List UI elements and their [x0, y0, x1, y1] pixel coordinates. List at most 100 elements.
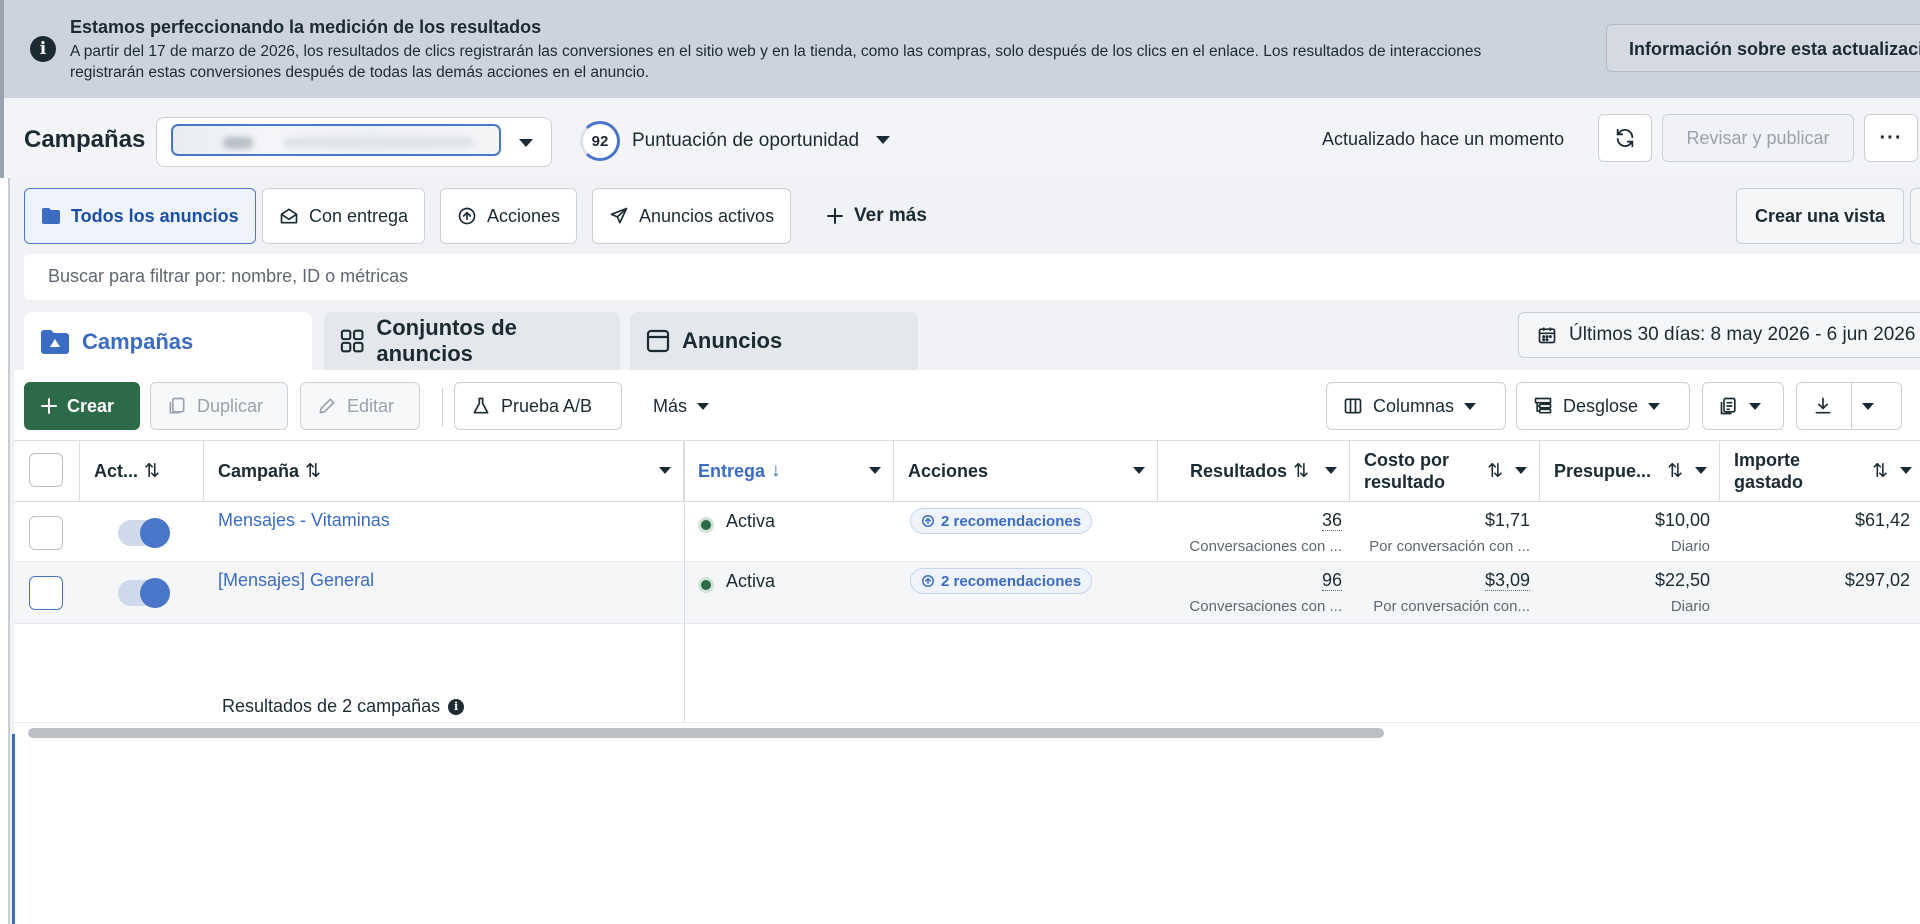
duplicate-label: Duplicar — [197, 395, 264, 416]
cost-per-result-type: Por conversación con ... — [1369, 538, 1530, 555]
budget-value[interactable]: $10,00 — [1540, 510, 1710, 531]
columns-icon — [1344, 398, 1362, 414]
chevron-down-icon[interactable] — [1900, 467, 1912, 474]
col-actions[interactable]: Acciones — [894, 441, 1158, 501]
chevron-down-icon — [1648, 402, 1661, 410]
chevron-down-icon — [519, 139, 533, 147]
columns-button[interactable]: Columnas — [1326, 382, 1506, 430]
chevron-down-icon[interactable] — [1133, 467, 1145, 474]
refresh-button[interactable] — [1598, 114, 1652, 162]
filter-active-ads[interactable]: Anuncios activos — [592, 188, 792, 244]
duplicate-button[interactable]: Duplicar — [150, 382, 288, 430]
recommendations-badge[interactable]: 2 recomendaciones — [910, 568, 1093, 594]
col-cost-line2: resultado — [1364, 472, 1446, 492]
create-view-button[interactable]: Crear una vista — [1736, 188, 1904, 244]
page-title: Campañas — [24, 126, 146, 153]
row-checkbox[interactable] — [29, 516, 63, 550]
campaign-toggle[interactable] — [118, 578, 170, 608]
ab-test-button[interactable]: Prueba A/B — [454, 382, 622, 430]
cost-per-result-value[interactable]: $3,09 — [1350, 570, 1530, 591]
col-results[interactable]: Resultados ⇅ — [1158, 441, 1350, 501]
col-spent-line2: gastado — [1734, 472, 1804, 492]
campaign-name-link[interactable]: Mensajes - Vitaminas — [218, 510, 390, 531]
chevron-down-icon[interactable] — [869, 467, 881, 474]
col-cost-per-result[interactable]: Costo por resultado ⇅ — [1350, 441, 1540, 501]
folder-icon — [42, 208, 60, 224]
edit-label: Editar — [347, 395, 395, 416]
pencil-icon — [319, 398, 335, 414]
tab-campaigns[interactable]: Campañas — [24, 312, 312, 372]
results-value[interactable]: 96 — [1158, 570, 1342, 591]
export-button[interactable] — [1796, 382, 1902, 430]
toggle-knob — [140, 518, 170, 548]
col-campaign-label: Campaña — [218, 461, 300, 481]
results-value[interactable]: 36 — [1158, 510, 1342, 531]
row-checkbox[interactable] — [29, 576, 63, 610]
plus-icon — [41, 398, 57, 414]
chevron-down-icon[interactable] — [659, 467, 671, 474]
breakdown-icon — [1534, 397, 1552, 414]
search-input[interactable]: Buscar para filtrar por: nombre, ID o mé… — [24, 254, 1920, 300]
filter-all-ads-label: Todos los anuncios — [71, 205, 239, 226]
create-button[interactable]: Crear — [24, 382, 140, 430]
sort-icon[interactable]: ⇅ — [1667, 460, 1683, 483]
ad-account-selector[interactable] — [156, 117, 552, 167]
tab-ad-sets[interactable]: Conjuntos de anuncios — [324, 312, 620, 370]
measurement-banner: i Estamos perfeccionando la medición de … — [0, 0, 1920, 98]
table-row[interactable]: [Mensajes] General Activa 2 recomendacio… — [14, 562, 1920, 624]
chevron-down-icon[interactable] — [1515, 467, 1527, 474]
horizontal-scrollbar[interactable] — [28, 728, 1384, 738]
more-actions-button[interactable]: Más — [636, 382, 728, 430]
sort-icon[interactable]: ⇅ — [1872, 460, 1888, 483]
export-divider — [1851, 383, 1852, 429]
update-info-button[interactable]: Información sobre esta actualización — [1606, 24, 1920, 72]
info-icon[interactable]: i — [448, 698, 465, 715]
filter-active-ads-label: Anuncios activos — [639, 205, 775, 226]
select-all-checkbox[interactable] — [29, 453, 63, 487]
edit-button[interactable]: Editar — [300, 382, 420, 430]
review-publish-button[interactable]: Revisar y publicar — [1662, 114, 1854, 162]
see-more-button[interactable]: Ver más — [826, 188, 927, 244]
sort-icon[interactable]: ⇅ — [1293, 460, 1309, 483]
budget-type: Diario — [1670, 538, 1710, 555]
chevron-down-icon[interactable] — [1325, 467, 1337, 474]
filter-all-ads[interactable]: Todos los anuncios — [24, 188, 256, 244]
chevron-down-icon[interactable] — [876, 136, 890, 144]
filter-delivering[interactable]: Con entrega — [262, 188, 426, 244]
breakdown-button[interactable]: Desglose — [1516, 382, 1690, 430]
sort-down-icon[interactable]: ↓ — [771, 460, 781, 482]
filter-actions[interactable]: Acciones — [440, 188, 578, 244]
campaign-toggle[interactable] — [118, 518, 170, 548]
ab-test-label: Prueba A/B — [501, 395, 593, 416]
grid-icon — [340, 329, 364, 353]
recommendations-badge[interactable]: 2 recomendaciones — [910, 508, 1093, 534]
results-type: Conversaciones con ... — [1189, 538, 1342, 555]
sort-icon[interactable]: ⇅ — [144, 460, 160, 483]
tab-ad-sets-label: Conjuntos de anuncios — [376, 315, 517, 366]
col-budget[interactable]: Presupue... ⇅ — [1540, 441, 1720, 501]
date-range-picker[interactable]: Últimos 30 días: 8 may 2026 - 6 jun 2026 — [1518, 312, 1920, 358]
col-active-label: Act... — [94, 461, 139, 481]
more-options-button[interactable]: ··· — [1864, 114, 1918, 162]
sort-icon[interactable]: ⇅ — [305, 460, 321, 483]
opportunity-score-label[interactable]: Puntuación de oportunidad — [632, 130, 859, 152]
send-icon — [610, 207, 628, 224]
delivery-status-dot — [698, 577, 714, 593]
col-spent-label: Importe gastado — [1734, 449, 1803, 493]
col-active[interactable]: Act... ⇅ — [80, 441, 204, 501]
col-delivery[interactable]: Entrega ↓ — [684, 441, 894, 501]
opportunity-score-badge[interactable]: 92 — [580, 121, 620, 161]
chevron-down-icon — [1862, 402, 1874, 410]
campaign-name-link[interactable]: [Mensajes] General — [218, 570, 374, 591]
chevron-down-icon[interactable] — [1695, 467, 1707, 474]
budget-value[interactable]: $22,50 — [1540, 570, 1710, 591]
col-amount-spent[interactable]: Importe gastado ⇅ — [1720, 441, 1920, 501]
main-content: Todos los anuncios Con entrega Acciones … — [8, 178, 1920, 924]
sort-icon[interactable]: ⇅ — [1487, 460, 1503, 483]
table-row[interactable]: Mensajes - Vitaminas Activa 2 recomendac… — [14, 502, 1920, 562]
view-options-button[interactable] — [1910, 188, 1920, 244]
tab-ads[interactable]: Anuncios — [630, 312, 918, 370]
reports-button[interactable] — [1702, 382, 1784, 430]
ad-account-name-redacted — [171, 124, 501, 156]
col-campaign[interactable]: Campaña ⇅ — [204, 441, 684, 501]
